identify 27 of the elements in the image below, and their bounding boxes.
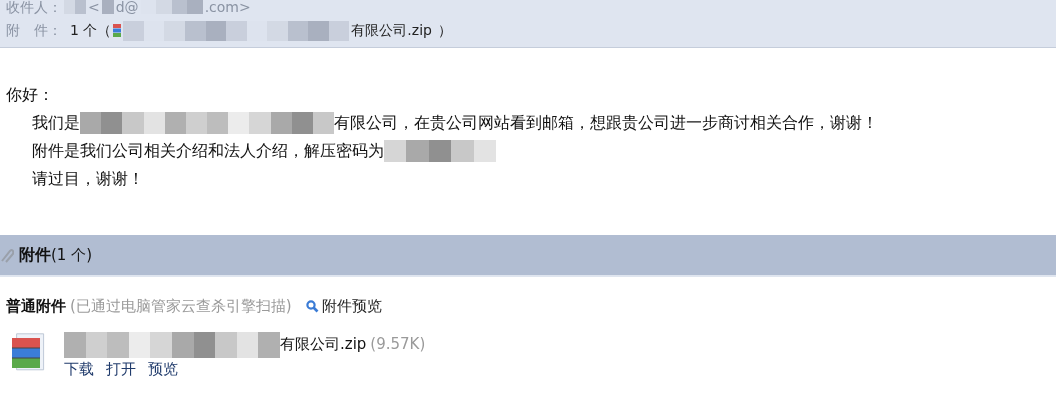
section-label: 普通附件 [6, 296, 66, 317]
recipient-text: .com> [204, 0, 251, 16]
body-text: 我们是 [32, 112, 80, 134]
search-icon [305, 299, 319, 313]
field-label: 附 件： [6, 21, 62, 40]
redaction-mosaic [101, 0, 114, 14]
file-size: (9.57K) [370, 334, 426, 356]
attachment-count: 1 个（ [70, 21, 112, 40]
scan-note: (已通过电脑管家云查杀引擎扫描) [70, 296, 292, 317]
recipient-text: d@ [115, 0, 139, 16]
recipient-text: < [88, 0, 100, 16]
archive-icon [113, 24, 122, 37]
attachment-count: (1 个) [51, 244, 92, 266]
file-name: 有限公司.zip [280, 334, 367, 356]
file-action-link[interactable]: 预览 [148, 357, 178, 380]
body-text: 有限公司，在贵公司网站看到邮箱，想跟贵公司进一步商讨相关合作，谢谢！ [334, 112, 878, 134]
preview-link[interactable]: 附件预览 [305, 295, 382, 318]
body-text: 请过目，谢谢！ [32, 168, 144, 190]
attachment-name: 有限公司.zip [351, 21, 432, 40]
body-text: 附件是我们公司相关介绍和法人介绍，解压密码为 [32, 140, 384, 162]
bracket-text: ） [437, 21, 452, 40]
field-label: 收件人： [6, 0, 62, 16]
file-action-link[interactable]: 打开 [106, 357, 136, 380]
section-title: 附件 [19, 244, 51, 266]
file-action-link[interactable]: 下载 [64, 357, 94, 380]
greeting-text: 你好： [6, 84, 55, 106]
paperclip-icon [0, 247, 14, 263]
